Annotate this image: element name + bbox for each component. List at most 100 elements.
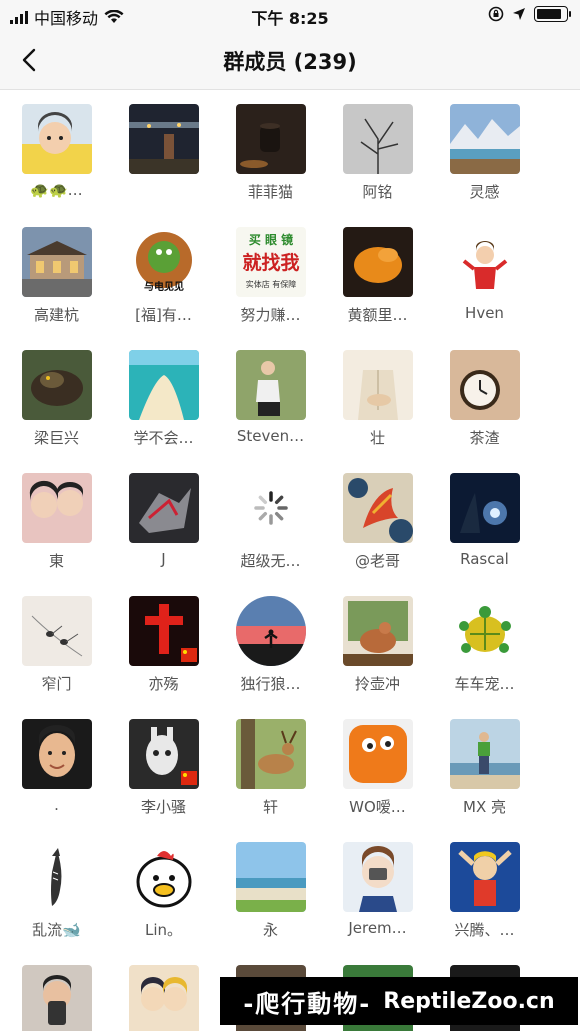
member-item[interactable]: 车车宠… bbox=[431, 582, 538, 705]
member-item[interactable]: 高建杭 bbox=[3, 213, 110, 336]
member-name: 车车宠… bbox=[454, 675, 515, 693]
member-name: 窄门 bbox=[41, 675, 72, 693]
member-avatar bbox=[236, 719, 306, 789]
member-name: 努力赚… bbox=[240, 306, 301, 324]
svg-text:买 眼 镜: 买 眼 镜 bbox=[249, 232, 293, 247]
member-avatar bbox=[236, 596, 306, 666]
member-item[interactable]: 阿铭 bbox=[324, 90, 431, 213]
member-item[interactable]: 菲菲猫 bbox=[217, 90, 324, 213]
member-item[interactable]: Steven… bbox=[217, 336, 324, 459]
member-name: Steven… bbox=[236, 427, 305, 445]
member-item[interactable]: Lin。 bbox=[110, 828, 217, 951]
member-item[interactable]: 乱流🐋 bbox=[3, 828, 110, 951]
member-avatar: 买 眼 镜就找我实体店 有保障 bbox=[236, 227, 306, 297]
member-name: 永 bbox=[262, 921, 278, 939]
member-item[interactable]: 東 bbox=[3, 459, 110, 582]
member-name: WO嗳… bbox=[349, 798, 406, 816]
member-avatar bbox=[450, 719, 520, 789]
member-name: 轩 bbox=[262, 798, 278, 816]
member-item[interactable]: @老哥 bbox=[324, 459, 431, 582]
member-item[interactable]: 买 眼 镜就找我实体店 有保障 努力赚… bbox=[217, 213, 324, 336]
member-item[interactable]: 学不会… bbox=[110, 336, 217, 459]
member-avatar bbox=[450, 596, 520, 666]
member-avatar bbox=[343, 350, 413, 420]
member-name: . bbox=[54, 796, 59, 814]
member-avatar bbox=[450, 842, 520, 912]
svg-text:就找我: 就找我 bbox=[242, 251, 299, 274]
member-item[interactable]: 与电见见 [福]有… bbox=[110, 213, 217, 336]
member-item[interactable]: 永 bbox=[217, 828, 324, 951]
member-item[interactable]: 灵感 bbox=[431, 90, 538, 213]
member-avatar bbox=[343, 719, 413, 789]
battery-icon bbox=[534, 6, 571, 22]
member-item[interactable]: WO嗳… bbox=[324, 705, 431, 828]
member-item[interactable]: 独行狼… bbox=[217, 582, 324, 705]
member-avatar bbox=[129, 965, 199, 1031]
rotation-lock-icon bbox=[488, 6, 504, 22]
member-name: J bbox=[161, 550, 166, 568]
status-right bbox=[488, 6, 571, 22]
member-avatar bbox=[236, 104, 306, 174]
member-avatar bbox=[343, 473, 413, 543]
member-item[interactable]: . bbox=[3, 705, 110, 828]
member-item[interactable]: 壮 bbox=[324, 336, 431, 459]
member-avatar bbox=[22, 104, 92, 174]
member-item[interactable]: 兴腾、… bbox=[431, 828, 538, 951]
member-item[interactable]: 拎壶冲 bbox=[324, 582, 431, 705]
member-avatar bbox=[343, 227, 413, 297]
member-name: 阿铭 bbox=[362, 183, 393, 201]
member-item[interactable] bbox=[110, 951, 217, 1031]
member-item[interactable]: 亦殇 bbox=[110, 582, 217, 705]
member-avatar bbox=[22, 473, 92, 543]
member-name: MX 亮 bbox=[463, 798, 506, 816]
member-name: 東 bbox=[48, 552, 64, 570]
member-item[interactable] bbox=[3, 951, 110, 1031]
member-name: Jerem… bbox=[348, 919, 407, 937]
member-avatar bbox=[450, 350, 520, 420]
member-name: 茶渣 bbox=[469, 429, 500, 447]
member-avatar bbox=[22, 719, 92, 789]
member-name: 灵感 bbox=[469, 183, 500, 201]
member-avatar bbox=[343, 104, 413, 174]
member-avatar bbox=[129, 104, 199, 174]
member-item[interactable]: 李小骚 bbox=[110, 705, 217, 828]
member-item[interactable]: 黄额里… bbox=[324, 213, 431, 336]
member-item[interactable]: 窄门 bbox=[3, 582, 110, 705]
member-item[interactable]: Rascal bbox=[431, 459, 538, 582]
loading-spinner-icon bbox=[236, 473, 306, 543]
member-item[interactable]: 茶渣 bbox=[431, 336, 538, 459]
member-item[interactable]: 🐢🐢… bbox=[3, 90, 110, 213]
member-avatar bbox=[450, 227, 520, 297]
member-avatar bbox=[129, 350, 199, 420]
member-avatar bbox=[22, 596, 92, 666]
member-avatar bbox=[236, 842, 306, 912]
member-avatar bbox=[22, 350, 92, 420]
watermark-site: ReptileZoo.cn bbox=[383, 988, 555, 1014]
nav-bar: 群成员 (239) bbox=[0, 30, 580, 90]
member-avatar bbox=[129, 719, 199, 789]
location-icon bbox=[513, 8, 525, 20]
watermark-banner: -爬行動物- ReptileZoo.cn bbox=[220, 977, 578, 1025]
member-item[interactable]: J bbox=[110, 459, 217, 582]
member-item[interactable]: Hven bbox=[431, 213, 538, 336]
member-name: 李小骚 bbox=[140, 798, 186, 816]
status-bar: 中国移动 下午 8:25 bbox=[0, 0, 580, 30]
svg-text:实体店 有保障: 实体店 有保障 bbox=[246, 279, 297, 289]
member-avatar bbox=[450, 104, 520, 174]
member-name: 黄额里… bbox=[347, 306, 408, 324]
member-name: 学不会… bbox=[133, 429, 194, 447]
member-name: 独行狼… bbox=[240, 675, 301, 693]
member-item[interactable]: 轩 bbox=[217, 705, 324, 828]
member-item[interactable] bbox=[110, 90, 217, 213]
member-avatar bbox=[343, 842, 413, 912]
member-name: [福]有… bbox=[135, 306, 192, 324]
member-item[interactable]: 超级无… bbox=[217, 459, 324, 582]
member-item[interactable]: Jerem… bbox=[324, 828, 431, 951]
svg-text:与电见见: 与电见见 bbox=[144, 280, 184, 293]
member-name: Rascal bbox=[460, 550, 509, 568]
member-avatar bbox=[450, 473, 520, 543]
member-name: 菲菲猫 bbox=[247, 183, 293, 201]
member-item[interactable]: MX 亮 bbox=[431, 705, 538, 828]
member-item[interactable]: 梁巨兴 bbox=[3, 336, 110, 459]
member-avatar bbox=[129, 842, 199, 912]
